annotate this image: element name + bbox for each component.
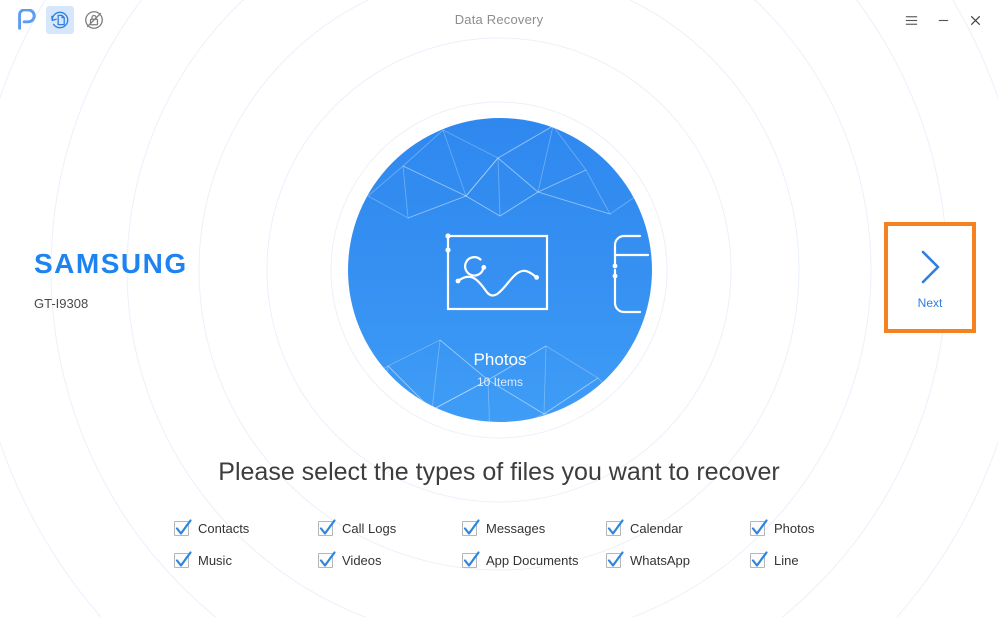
file-type-messages[interactable]: Messages: [462, 512, 606, 544]
next-button[interactable]: Next: [884, 222, 976, 333]
file-type-label: App Documents: [486, 552, 579, 568]
window-controls: [896, 6, 990, 34]
file-type-checkbox-group: Contacts Call Logs Messages Calendar Pho…: [174, 512, 854, 576]
checkbox-checked-icon[interactable]: [462, 550, 480, 568]
checkbox-checked-icon[interactable]: [606, 518, 624, 536]
close-button[interactable]: [960, 6, 990, 34]
title-bar: Data Recovery: [0, 0, 998, 41]
checkbox-checked-icon[interactable]: [750, 550, 768, 568]
checkbox-checked-icon[interactable]: [462, 518, 480, 536]
checkbox-checked-icon[interactable]: [318, 518, 336, 536]
file-type-label: Photos: [774, 520, 815, 536]
page-title: Please select the types of files you wan…: [218, 458, 780, 486]
file-type-label: Calendar: [630, 520, 683, 536]
file-type-videos[interactable]: Videos: [318, 544, 462, 576]
file-type-whatsapp[interactable]: WhatsApp: [606, 544, 750, 576]
file-type-photos[interactable]: Photos: [750, 512, 854, 544]
file-type-app-documents[interactable]: App Documents: [462, 544, 606, 576]
file-type-calendar[interactable]: Calendar: [606, 512, 750, 544]
selected-type-circle: [348, 118, 652, 422]
file-type-label: Music: [198, 552, 232, 568]
file-type-label: Videos: [342, 552, 382, 568]
checkbox-checked-icon[interactable]: [318, 550, 336, 568]
file-type-label: WhatsApp: [630, 552, 690, 568]
window-title: Data Recovery: [454, 12, 544, 27]
file-type-label: Call Logs: [342, 520, 397, 536]
menu-button[interactable]: [896, 6, 926, 34]
device-model-label: GT-I9308: [34, 296, 89, 311]
file-type-label: Contacts: [198, 520, 250, 536]
data-recovery-window: Data Recovery SAMSUNG GT-I9308 Photos 10…: [0, 0, 998, 617]
device-brand-logo: SAMSUNG: [34, 248, 188, 279]
checkbox-checked-icon[interactable]: [174, 550, 192, 568]
chevron-right-icon: [921, 250, 940, 283]
device-panel: SAMSUNG GT-I9308: [34, 248, 188, 312]
checkbox-checked-icon[interactable]: [174, 518, 192, 536]
next-button-label: Next: [917, 295, 943, 310]
file-type-label: Line: [774, 552, 799, 568]
checkbox-checked-icon[interactable]: [606, 550, 624, 568]
checkbox-checked-icon[interactable]: [750, 518, 768, 536]
minimize-button[interactable]: [928, 6, 958, 34]
file-type-call-logs[interactable]: Call Logs: [318, 512, 462, 544]
file-type-contacts[interactable]: Contacts: [174, 512, 318, 544]
file-type-label: Messages: [486, 520, 546, 536]
file-type-line[interactable]: Line: [750, 544, 854, 576]
file-type-music[interactable]: Music: [174, 544, 318, 576]
file-type-carousel[interactable]: Photos 10 Items: [348, 118, 652, 422]
